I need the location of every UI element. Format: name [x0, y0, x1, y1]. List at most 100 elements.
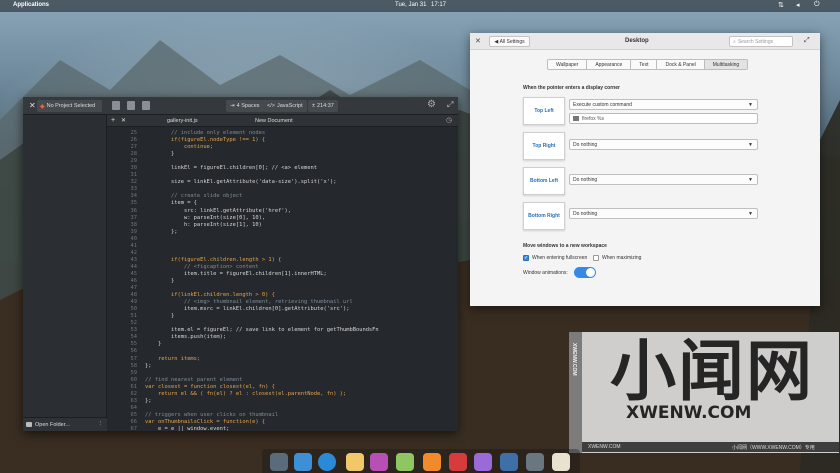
line-number: 53 — [130, 327, 138, 334]
open-folder-icon[interactable] — [112, 101, 120, 110]
line-number: 28 — [130, 151, 138, 158]
line-number: 42 — [130, 249, 138, 256]
tab-new-document[interactable]: New Document — [255, 118, 293, 124]
chevron-down-icon: ▼ — [748, 142, 753, 148]
code-line: return items; — [145, 355, 201, 362]
line-number: 30 — [130, 165, 138, 172]
corner-bottom-left-select[interactable]: Do nothing ▼ — [569, 174, 758, 185]
indent-button[interactable]: ⇥ 4 Spaces — [226, 100, 264, 112]
watermark-footer: XWENW.COM 小闻网（WWW.XWENW.COM）专用 — [582, 442, 839, 452]
new-tab-icon[interactable]: + — [111, 117, 115, 124]
project-label: No Project Selected — [46, 103, 96, 109]
code-app-icon[interactable] — [552, 453, 570, 471]
top-panel: Applications Tue, Jan 31 17:17 ⇅ ◂ ⏻ — [0, 0, 840, 12]
window-animations-switch[interactable] — [574, 267, 596, 278]
gear-icon[interactable]: ⚙ — [427, 99, 436, 110]
code-line: } — [145, 313, 175, 320]
settings-app-icon[interactable] — [500, 453, 518, 471]
line-number: 58 — [130, 362, 138, 369]
multitasking-view-icon[interactable] — [270, 453, 288, 471]
select-value: Execute custom command — [573, 101, 632, 108]
chevron-down-icon: ▼ — [748, 177, 753, 183]
web-browser-icon[interactable] — [318, 453, 336, 471]
select-value: Do nothing — [573, 141, 598, 148]
calendar-icon[interactable] — [396, 453, 414, 471]
tab-appearance[interactable]: Appearance — [587, 60, 632, 69]
corner-top-left-select[interactable]: Execute custom command ▼ — [569, 99, 758, 110]
code-line: h: parseInt(size[1], 10) — [145, 221, 262, 228]
network-icon[interactable]: ⇅ — [778, 1, 784, 9]
corner-label: Bottom Right — [528, 213, 560, 219]
line-number: 48 — [130, 292, 138, 299]
code-line: var closest = function closest(el, fn) { — [145, 383, 275, 390]
line-number: 50 — [130, 306, 138, 313]
open-folder-button[interactable]: Open Folder... — [35, 422, 70, 428]
templates-icon[interactable] — [127, 101, 135, 110]
source-text[interactable]: // include only element nodes if(figureE… — [145, 130, 455, 431]
tab-text[interactable]: Text — [631, 60, 658, 69]
photos-icon[interactable] — [474, 453, 492, 471]
panel-time[interactable]: 17:17 — [431, 2, 446, 8]
chevron-down-icon: ▼ — [748, 102, 753, 108]
fullscreen-icon[interactable]: ⤢ — [804, 37, 810, 45]
corner-top-right-select[interactable]: Do nothing ▼ — [569, 139, 758, 150]
history-icon[interactable]: ◷ — [446, 116, 452, 124]
all-settings-button[interactable]: ◀ All Settings — [489, 36, 530, 47]
videos-icon[interactable] — [449, 453, 467, 471]
line-number: 49 — [130, 299, 138, 306]
line-number: 59 — [130, 369, 138, 376]
fullscreen-icon[interactable]: ⤢ — [447, 100, 453, 110]
code-line: item.el = figureEl; // save link to elem… — [145, 327, 379, 334]
appcenter-icon[interactable] — [526, 453, 544, 471]
custom-command-field[interactable]: firefox %s — [569, 113, 758, 124]
code-line: if(figureEl.nodeType !== 1) { — [145, 137, 266, 144]
tab-dock-panel[interactable]: Dock & Panel — [657, 60, 705, 69]
code-line: item.title = figureEl.children[1].innerH… — [145, 270, 327, 277]
settings-tabs: Wallpaper Appearance Text Dock & Panel M… — [547, 59, 749, 70]
save-icon[interactable] — [142, 101, 150, 110]
corner-bottom-right-select[interactable]: Do nothing ▼ — [569, 208, 758, 219]
checkbox-label: When entering fullscreen — [532, 255, 588, 261]
code-line: }; — [145, 228, 178, 235]
chevron-down-icon: ▼ — [748, 211, 753, 217]
tasks-icon[interactable] — [370, 453, 388, 471]
line-number: 31 — [130, 172, 138, 179]
language-button[interactable]: </> JavaScript — [263, 100, 307, 112]
settings-headerbar: ✕ ◀ All Settings Desktop ⌕ Search Settin… — [470, 33, 820, 50]
project-selector-button[interactable]: ◆ No Project Selected — [37, 100, 102, 112]
code-line: e = e || window.event; — [145, 425, 230, 431]
goto-line-button[interactable]: ± 214:37 — [308, 100, 338, 112]
select-value: Do nothing — [573, 210, 598, 217]
volume-icon[interactable]: ◂ — [796, 1, 800, 9]
code-view[interactable]: 25 26 27 28 29 30 31 32 33 34 35 36 37 38 39 40 41 42 43 44… — [107, 127, 458, 431]
line-number: 56 — [130, 348, 138, 355]
line-number: 25 — [130, 130, 138, 136]
search-input[interactable]: ⌕ Search Settings — [729, 36, 793, 47]
indent-label: 4 Spaces — [236, 103, 260, 109]
power-icon[interactable]: ⏻ — [814, 1, 820, 9]
close-icon[interactable]: ✕ — [475, 37, 481, 45]
code-line: if(figureEl.children.length > 1) { — [145, 256, 282, 263]
code-line: }; — [145, 362, 152, 369]
code-line: // triggers when user clicks on thumbnai… — [145, 411, 279, 418]
sidebar-footer: Open Folder... ⋮ — [23, 417, 107, 431]
window-title: Desktop — [625, 38, 649, 44]
panel-date[interactable]: Tue, Jan 31 — [395, 2, 426, 8]
more-icon[interactable]: ⋮ — [98, 421, 104, 427]
hot-corners-heading: When the pointer enters a display corner — [523, 85, 620, 91]
tab-gallery-init[interactable]: gallery-init.js — [167, 118, 198, 124]
editor-headerbar: ✕ ◆ No Project Selected ⇥ 4 Spaces </> J… — [23, 97, 458, 115]
maximizing-checkbox[interactable]: When maximizing — [593, 255, 641, 261]
watermark-footer-left: XWENW.COM — [588, 444, 621, 450]
tab-wallpaper[interactable]: Wallpaper — [548, 60, 588, 69]
close-icon[interactable]: ✕ — [29, 101, 36, 110]
close-tab-icon[interactable]: ✕ — [121, 117, 126, 124]
tab-multitasking[interactable]: Multitasking — [704, 60, 748, 69]
fullscreen-checkbox[interactable]: ✓ When entering fullscreen — [523, 255, 587, 261]
files-icon[interactable] — [294, 453, 312, 471]
applications-menu[interactable]: Applications — [13, 2, 49, 8]
mail-icon[interactable] — [346, 453, 364, 471]
music-icon[interactable] — [423, 453, 441, 471]
